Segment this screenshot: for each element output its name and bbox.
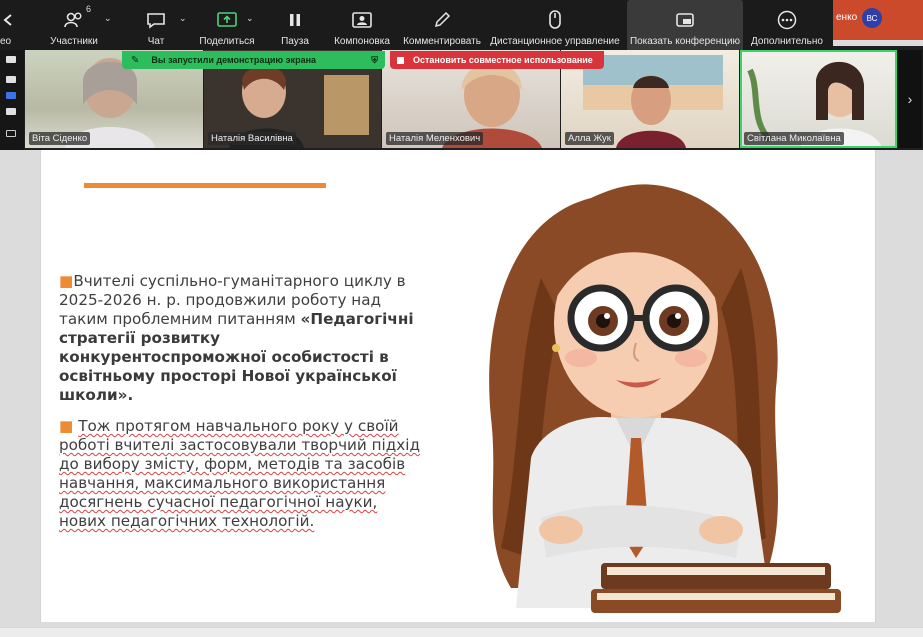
remote-control-button[interactable]: Дистанционное управление xyxy=(488,0,622,50)
screen: ■Вчителі суспільно-гуманітарного циклу в… xyxy=(0,0,923,637)
slide-paragraph-2: ■ Тож протягом навчального року у своїй … xyxy=(59,417,427,531)
pause-label: Пауза xyxy=(281,36,309,47)
chevron-down-icon[interactable]: ⌄ xyxy=(104,13,112,24)
participant-tile-active-speaker[interactable]: Світлана Миколаївна xyxy=(740,50,897,148)
participant-name: Світлана Миколаївна xyxy=(744,132,844,145)
pencil-icon xyxy=(430,10,454,30)
show-meeting-label: Показать конференцию xyxy=(629,36,741,47)
share-button[interactable]: Поделиться xyxy=(196,0,258,50)
slide-paragraph-2-text: Тож протягом навчального року у своїй ро… xyxy=(59,417,420,530)
chevron-down-icon[interactable]: ⌄ xyxy=(179,13,187,24)
toolbar-cut-button[interactable]: ео xyxy=(0,0,20,50)
more-icon xyxy=(775,10,799,30)
more-label: Дополнительно xyxy=(751,36,823,47)
strip-next-arrow-icon[interactable]: › xyxy=(898,50,922,148)
participant-name: Алла Жук xyxy=(565,132,614,145)
participants-label: Участники xyxy=(50,36,98,47)
minimize-icon[interactable] xyxy=(6,56,16,63)
annotate-button[interactable]: Комментировать xyxy=(401,0,483,50)
user-name-cut: енко xyxy=(836,12,858,23)
stop-icon xyxy=(397,56,404,64)
participant-count-badge: 6 xyxy=(86,4,92,14)
bullet-icon: ■ xyxy=(59,272,74,290)
chat-label: Чат xyxy=(147,36,165,47)
drag-pin-icon: ✎ xyxy=(131,54,140,66)
toolbar-cut-label: ео xyxy=(0,36,12,47)
single-view-icon[interactable] xyxy=(6,76,16,83)
participant-name: Наталія Василівна xyxy=(208,132,296,145)
screen-share-status[interactable]: ✎ Вы запустили демонстрацию экрана ⛨ xyxy=(122,51,385,69)
chat-button[interactable]: Чат xyxy=(134,0,178,50)
share-screen-icon xyxy=(215,10,239,30)
share-status-text: Вы запустили демонстрацию экрана xyxy=(151,55,317,65)
strip-view-icon[interactable] xyxy=(6,92,16,99)
caret-left-icon xyxy=(0,10,20,30)
stop-share-label: Остановить совместное использование xyxy=(413,55,593,65)
teacher-illustration xyxy=(489,184,841,613)
participants-icon xyxy=(62,10,86,30)
shield-icon: ⛨ xyxy=(371,54,378,65)
bullet-icon: ■ xyxy=(59,417,79,435)
avatar[interactable]: ВС xyxy=(862,8,882,28)
pause-button[interactable]: Пауза xyxy=(272,0,318,50)
meeting-toolbar: ео 6 Участники ⌄ Чат ⌄ Поделиться ⌄ Пауз… xyxy=(0,0,833,50)
layout-icon xyxy=(350,10,374,30)
expand-icon[interactable] xyxy=(6,130,16,137)
participant-name: Віта Сіденко xyxy=(29,132,91,145)
chevron-down-icon[interactable]: ⌄ xyxy=(246,13,254,24)
annotate-label: Комментировать xyxy=(403,36,481,47)
slide-accent-rule xyxy=(84,183,326,188)
bottom-scroll-area xyxy=(0,627,923,637)
layout-button[interactable]: Компоновка xyxy=(331,0,393,50)
share-label: Поделиться xyxy=(199,36,255,47)
participants-button[interactable]: 6 Участники xyxy=(44,0,104,50)
mouse-icon xyxy=(543,10,567,30)
pause-icon xyxy=(283,10,307,30)
more-button[interactable]: Дополнительно xyxy=(748,0,826,50)
layout-label: Компоновка xyxy=(334,36,390,47)
gallery-view-icon[interactable] xyxy=(6,108,16,115)
show-meeting-icon xyxy=(673,10,697,30)
slide-text-block: ■Вчителі суспільно-гуманітарного циклу в… xyxy=(59,272,427,531)
remote-control-label: Дистанционное управление xyxy=(490,36,620,47)
slide-paragraph-1: ■Вчителі суспільно-гуманітарного циклу в… xyxy=(59,272,427,405)
chat-icon xyxy=(144,10,168,30)
strip-view-controls[interactable] xyxy=(0,46,24,150)
participant-name: Наталія Меленхович xyxy=(386,132,484,145)
presentation-slide: ■Вчителі суспільно-гуманітарного циклу в… xyxy=(40,148,876,622)
stop-share-button[interactable]: Остановить совместное использование xyxy=(390,51,604,69)
show-meeting-button[interactable]: Показать конференцию xyxy=(627,0,743,50)
